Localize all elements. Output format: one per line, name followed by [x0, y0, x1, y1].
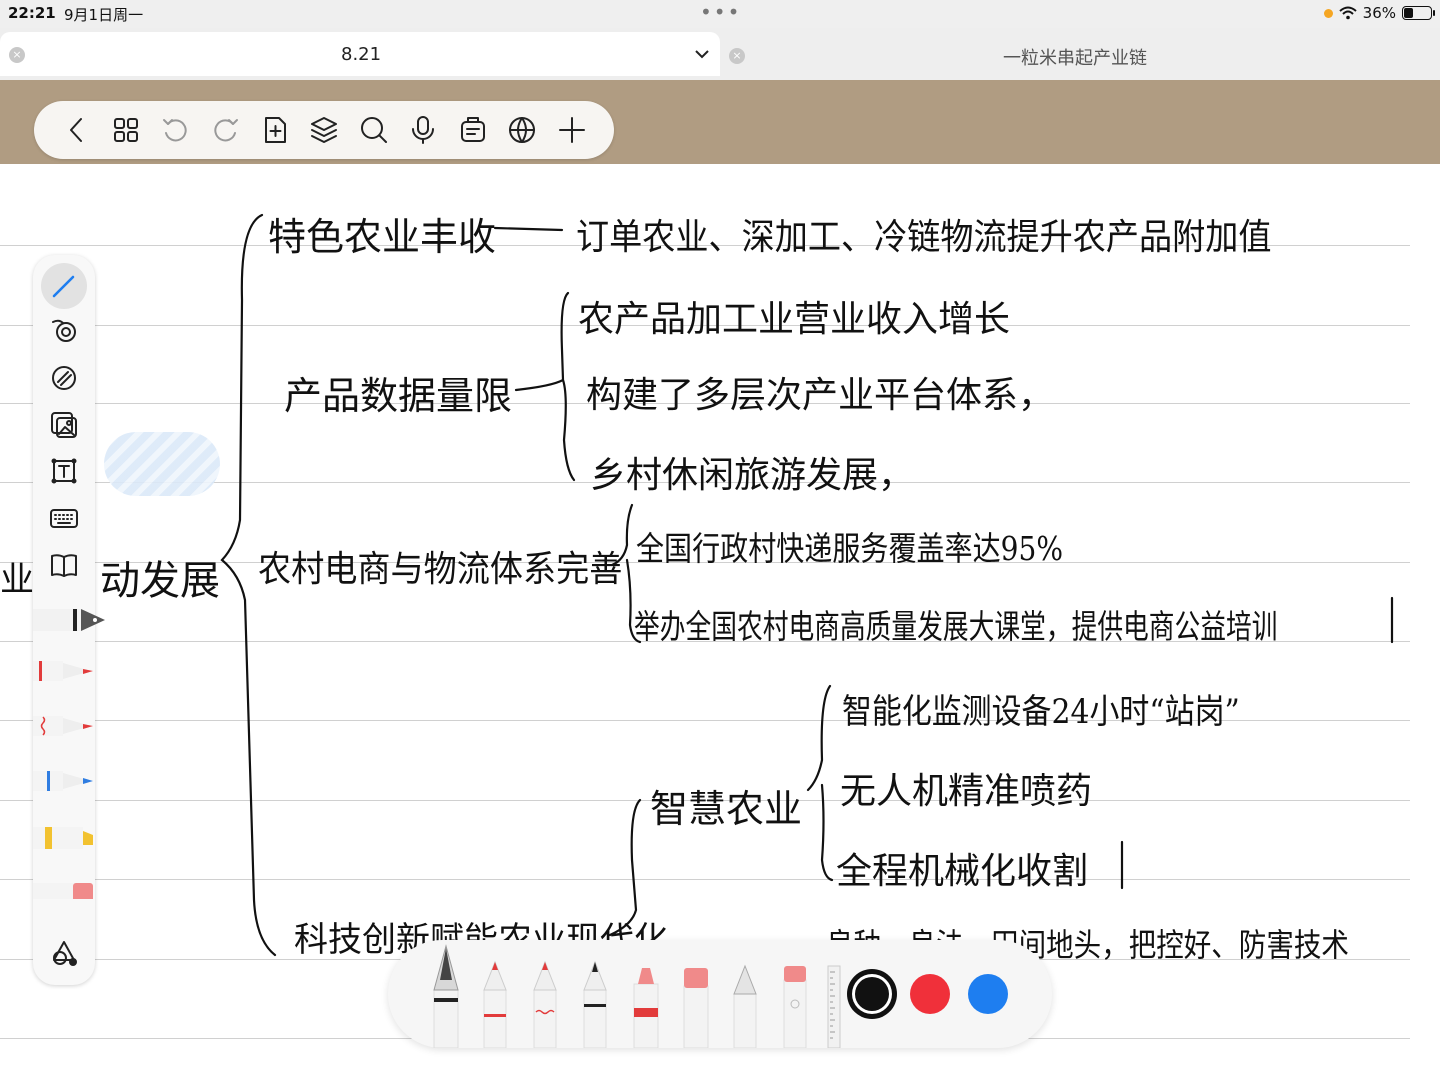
image-icon — [51, 412, 77, 438]
lasso-tool-button[interactable] — [41, 311, 87, 351]
textbox-icon — [51, 458, 77, 484]
branch-product-item: 构建了多层次产业平台体系， — [586, 375, 1055, 416]
tray-fountain-pen[interactable] — [433, 944, 459, 1048]
tray-eraser[interactable] — [683, 968, 709, 1048]
color-black-swatch[interactable] — [852, 974, 892, 1014]
eraser-icon — [52, 366, 76, 390]
pen-preset-blue[interactable] — [33, 771, 93, 791]
shapes-icon — [53, 941, 77, 966]
color-blue-swatch[interactable] — [968, 974, 1008, 1014]
book-icon — [51, 554, 77, 577]
branch-specialty-detail: 订单农业、深加工、冷链物流提升农产品附加值 — [576, 217, 1272, 258]
smart-agriculture-item: 全程机械化收割 — [836, 851, 1089, 892]
highlight-blob — [104, 432, 220, 496]
color-red-swatch[interactable] — [910, 974, 950, 1014]
shapes-tool-button[interactable] — [41, 933, 87, 973]
smart-agriculture-item: 智能化监测设备24小时“站岗” — [842, 692, 1240, 732]
branch-ecommerce: 农村电商与物流体系完善 — [258, 549, 623, 590]
image-tool-button[interactable] — [41, 405, 87, 445]
pen-tray-tools[interactable] — [388, 940, 1052, 1048]
tray-red-pen[interactable] — [483, 960, 507, 1048]
pen-preset-fountain[interactable] — [33, 609, 105, 631]
branch-product-item: 农产品加工业营业收入增长 — [578, 299, 1011, 340]
root-node: 动发展 — [100, 558, 220, 604]
keyboard-icon — [50, 509, 78, 528]
branch-product-data: 产品数据量限 — [284, 374, 513, 418]
eraser-tool-button[interactable] — [41, 358, 87, 398]
sub-branch-smart-agriculture: 智慧农业 — [650, 787, 803, 831]
tray-red-wave-pen[interactable] — [533, 960, 557, 1048]
tray-pencil[interactable] — [733, 964, 757, 1048]
pen-tool-button[interactable] — [41, 263, 87, 309]
root-node-fragment: 业 — [0, 560, 34, 600]
tray-ruler[interactable] — [827, 965, 841, 1048]
smart-agriculture-item: 无人机精准喷药 — [840, 771, 1093, 812]
branch-product-item: 乡村休闲旅游发展， — [590, 455, 915, 496]
pen-preset-red-fine[interactable] — [33, 661, 93, 681]
pen-preset-yellow-highlighter[interactable] — [33, 827, 93, 849]
pen-preset-red-wave[interactable] — [33, 716, 93, 736]
lasso-icon — [52, 319, 76, 342]
branch-ecommerce-item: 举办全国农村电商高质量发展大课堂，提供电商公益培训 — [634, 607, 1278, 646]
pen-presets[interactable] — [33, 599, 123, 899]
tray-black-pen[interactable] — [583, 960, 607, 1048]
tray-red-marker[interactable] — [633, 968, 659, 1048]
pen-preset-eraser-pink[interactable] — [33, 883, 93, 899]
tray-lasso-tool[interactable] — [783, 966, 807, 1048]
keyboard-button[interactable] — [41, 498, 87, 538]
branch-specialty-agriculture: 特色农业丰收 — [268, 215, 497, 259]
pen-icon — [52, 275, 75, 298]
branch-ecommerce-item: 全国行政村快递服务覆盖率达95% — [636, 529, 1064, 568]
textbox-tool-button[interactable] — [41, 451, 87, 491]
side-tool-strip — [33, 255, 105, 985]
book-button[interactable] — [41, 545, 87, 585]
